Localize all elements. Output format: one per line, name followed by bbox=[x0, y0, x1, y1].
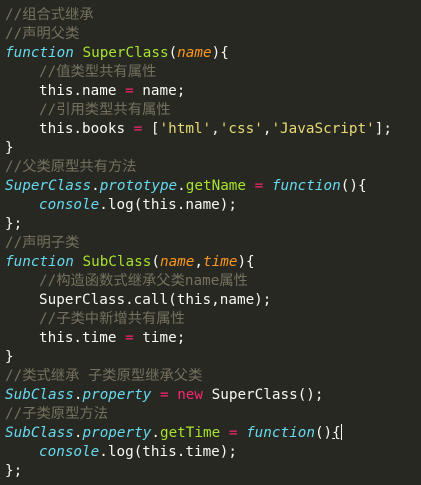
keyword-new: new bbox=[177, 387, 204, 403]
paren-close-brace: ){ bbox=[237, 254, 255, 270]
paren-brace: (){ bbox=[340, 178, 367, 194]
comment: //子类原型方法 bbox=[5, 406, 108, 422]
code-line-1: //组合式继承 bbox=[0, 6, 421, 25]
brace-close: } bbox=[5, 349, 14, 365]
code-line-19: } bbox=[0, 348, 421, 367]
property-name: property bbox=[82, 387, 152, 403]
keyword-function: function bbox=[5, 45, 74, 61]
comment: //父类原型共有方法 bbox=[5, 159, 137, 175]
brace-close: }; bbox=[5, 216, 23, 232]
this-property: this.name bbox=[39, 83, 117, 99]
console-object: console bbox=[39, 197, 100, 213]
code-line-14: function SubClass(name,time){ bbox=[0, 253, 421, 272]
function-name: SubClass bbox=[82, 254, 152, 270]
method-log: log bbox=[107, 444, 134, 460]
brace-close: } bbox=[5, 140, 14, 156]
comment: //引用类型共有属性 bbox=[39, 102, 171, 118]
keyword-function: function bbox=[271, 178, 341, 194]
code-line-23: SubClass.property.getTime = function(){ bbox=[0, 424, 421, 443]
comma: , bbox=[194, 254, 204, 270]
code-line-4: //值类型共有属性 bbox=[0, 63, 421, 82]
code-line-15: //构造函数式继承父类name属性 bbox=[0, 272, 421, 291]
constructor-call: SuperClass(); bbox=[211, 387, 324, 403]
class-reference: SubClass bbox=[5, 425, 74, 441]
dot: . bbox=[99, 444, 108, 460]
paren-close-brace: ){ bbox=[211, 45, 229, 61]
parens: () bbox=[314, 425, 333, 441]
code-line-11: console.log(this.name); bbox=[0, 196, 421, 215]
code-line-2: //声明父类 bbox=[0, 25, 421, 44]
bracket-open: [ bbox=[150, 121, 160, 137]
this-property: this.books bbox=[39, 121, 126, 137]
parameter: name bbox=[177, 45, 212, 61]
keyword-function: function bbox=[5, 254, 74, 270]
comment: //声明父类 bbox=[5, 26, 80, 42]
dot: . bbox=[151, 425, 160, 441]
code-line-8: } bbox=[0, 139, 421, 158]
operator: = bbox=[228, 425, 238, 441]
code-line-10: SuperClass.prototype.getName = function(… bbox=[0, 177, 421, 196]
paren-open: ( bbox=[151, 254, 160, 270]
method-name: getTime bbox=[159, 425, 221, 441]
comment: //声明子类 bbox=[5, 235, 80, 251]
value: name; bbox=[142, 83, 186, 99]
operator: = bbox=[254, 178, 264, 194]
parameter: time bbox=[203, 254, 238, 270]
code-line-21: SubClass.property = new SuperClass(); bbox=[0, 386, 421, 405]
code-line-12: }; bbox=[0, 215, 421, 234]
string-literal: 'css' bbox=[219, 121, 263, 137]
property-prototype: prototype bbox=[99, 178, 178, 194]
function-name: SuperClass bbox=[82, 45, 169, 61]
code-line-22: //子类原型方法 bbox=[0, 405, 421, 424]
bracket-close: ]; bbox=[374, 121, 392, 137]
code-line-25: }; bbox=[0, 462, 421, 481]
comment: //构造函数式继承父类name属性 bbox=[39, 273, 248, 289]
code-line-9: //父类原型共有方法 bbox=[0, 158, 421, 177]
comma: , bbox=[211, 121, 220, 137]
operator: = bbox=[125, 83, 134, 99]
property-name: property bbox=[82, 425, 152, 441]
comment: //值类型共有属性 bbox=[39, 64, 157, 80]
method-name: getName bbox=[185, 178, 247, 194]
code-line-18: this.time = time; bbox=[0, 329, 421, 348]
comment: //子类中新增共有属性 bbox=[39, 311, 185, 327]
text-cursor bbox=[340, 424, 342, 440]
brace-close: }; bbox=[5, 463, 23, 479]
call-args: (this.time); bbox=[133, 444, 237, 460]
class-reference: SubClass bbox=[5, 387, 74, 403]
method-log: log bbox=[107, 197, 134, 213]
operator: = bbox=[133, 121, 143, 137]
this-property: this.time bbox=[39, 330, 117, 346]
operator: = bbox=[125, 330, 134, 346]
console-object: console bbox=[39, 444, 100, 460]
code-line-17: //子类中新增共有属性 bbox=[0, 310, 421, 329]
code-line-13: //声明子类 bbox=[0, 234, 421, 253]
code-line-7: this.books = ['html','css','JavaScript']… bbox=[0, 120, 421, 139]
value: time; bbox=[142, 330, 186, 346]
keyword-function: function bbox=[246, 425, 315, 441]
dot: . bbox=[91, 178, 100, 194]
comment: //组合式继承 bbox=[5, 7, 94, 23]
parameter: name bbox=[159, 254, 195, 270]
code-line-6: //引用类型共有属性 bbox=[0, 101, 421, 120]
code-line-16: SuperClass.call(this,name); bbox=[0, 291, 421, 310]
call-args: (this.name); bbox=[133, 197, 237, 213]
string-literal: 'html' bbox=[159, 121, 212, 137]
dot: . bbox=[99, 197, 108, 213]
dot: . bbox=[177, 178, 186, 194]
code-line-5: this.name = name; bbox=[0, 82, 421, 101]
matched-brace: { bbox=[332, 425, 341, 441]
code-line-3: function SuperClass(name){ bbox=[0, 44, 421, 63]
class-reference: SuperClass bbox=[5, 178, 92, 194]
statement: SuperClass.call(this,name); bbox=[39, 292, 272, 308]
string-literal: 'JavaScript' bbox=[271, 121, 375, 137]
code-line-24: console.log(this.time); bbox=[0, 443, 421, 462]
comment: //类式继承 子类原型继承父类 bbox=[5, 368, 203, 384]
code-line-20: //类式继承 子类原型继承父类 bbox=[0, 367, 421, 386]
paren-open: ( bbox=[168, 45, 178, 61]
operator: = bbox=[159, 387, 169, 403]
code-editor[interactable]: //组合式继承 //声明父类 function SuperClass(name)… bbox=[0, 0, 421, 485]
